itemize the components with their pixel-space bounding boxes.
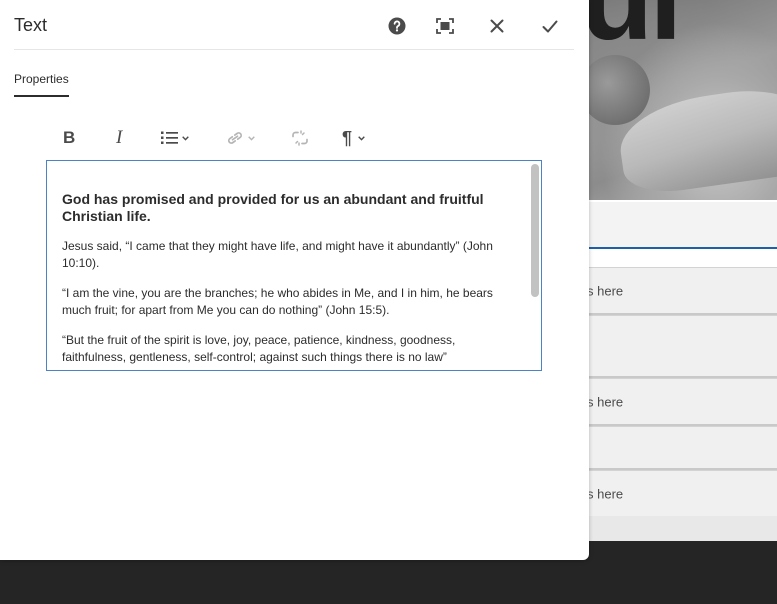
- paragraph-button[interactable]: ¶: [342, 122, 365, 154]
- chevron-down-icon: [358, 135, 365, 141]
- close-button[interactable]: [483, 12, 511, 40]
- background-row[interactable]: [580, 315, 777, 378]
- rich-text-editor[interactable]: God has promised and provided for us an …: [46, 160, 542, 371]
- editor-heading: God has promised and provided for us an …: [62, 191, 484, 224]
- chevron-down-icon: [182, 135, 189, 141]
- checkmark-icon: [542, 20, 558, 32]
- bold-button[interactable]: B: [63, 122, 75, 154]
- done-button[interactable]: [536, 12, 564, 40]
- fullscreen-icon: [436, 18, 454, 34]
- background-row[interactable]: s here: [580, 378, 777, 426]
- unlink-icon: [292, 130, 308, 146]
- row-label: s here: [587, 486, 624, 501]
- scrollbar-thumb[interactable]: [531, 164, 539, 297]
- editor-scrollbar[interactable]: [531, 163, 539, 368]
- background-gap: [580, 516, 777, 541]
- row-label: s here: [587, 394, 624, 409]
- dialog-title: Text: [14, 15, 48, 35]
- fullscreen-button[interactable]: [431, 12, 459, 40]
- link-icon: [227, 132, 243, 144]
- help-button[interactable]: [383, 12, 411, 40]
- editor-paragraph: “But the fruit of the spirit is love, jo…: [62, 333, 456, 364]
- dialog-tabs: Properties: [14, 70, 69, 97]
- chevron-down-icon: [248, 135, 255, 141]
- text-dialog: Text Properties B I ¶ God has promised a…: [0, 0, 589, 560]
- hero-image: ui: [580, 0, 777, 200]
- hero-rock-shadow: [580, 55, 650, 125]
- tab-properties[interactable]: Properties: [14, 72, 69, 97]
- row-label: s here: [587, 283, 624, 298]
- list-icon: [161, 131, 178, 144]
- bold-icon: B: [63, 128, 76, 147]
- link-button[interactable]: [226, 122, 255, 154]
- help-icon: [388, 17, 406, 35]
- italic-button[interactable]: I: [116, 122, 122, 154]
- italic-icon: I: [116, 127, 123, 148]
- close-icon: [490, 19, 504, 33]
- editor-paragraph: “I am the vine, you are the branches; he…: [62, 286, 493, 317]
- unlink-button[interactable]: [291, 122, 309, 154]
- editor-content[interactable]: God has promised and provided for us an …: [62, 191, 497, 370]
- dialog-header: Text: [14, 0, 574, 50]
- background-row[interactable]: [580, 426, 777, 470]
- paragraph-icon: ¶: [342, 127, 353, 148]
- hero-text: ui: [580, 0, 683, 58]
- background-row-selected[interactable]: [580, 202, 777, 249]
- background-row[interactable]: s here: [580, 267, 777, 315]
- background-row[interactable]: s here: [580, 470, 777, 518]
- editor-paragraph: Jesus said, “I came that they might have…: [62, 239, 493, 270]
- list-button[interactable]: [161, 122, 189, 154]
